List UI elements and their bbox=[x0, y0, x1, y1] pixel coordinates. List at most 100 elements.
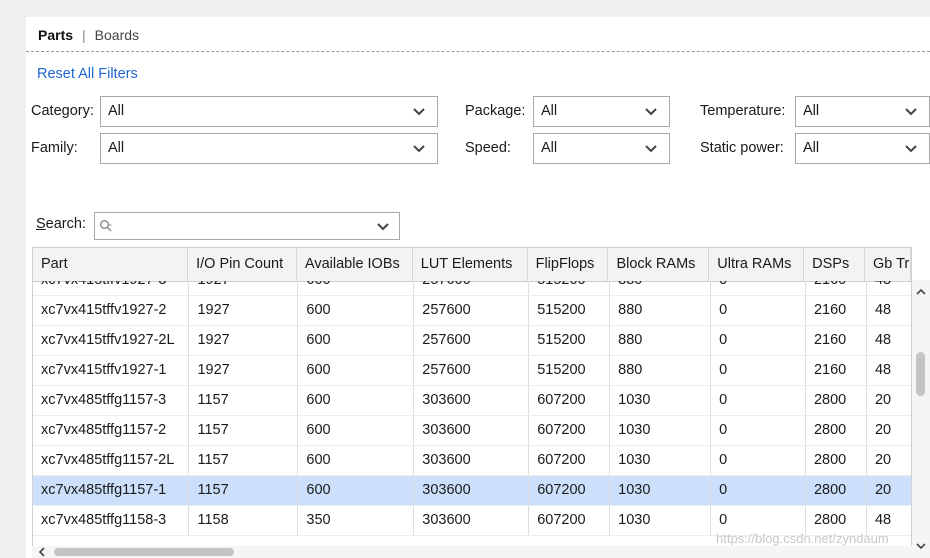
search-label: Search: bbox=[36, 216, 86, 232]
table-cell: 20 bbox=[866, 415, 911, 446]
table-cell: 20 bbox=[866, 475, 911, 506]
column-header[interactable]: Block RAMs bbox=[607, 248, 710, 282]
table-cell: 1157 bbox=[188, 445, 299, 476]
family-dropdown[interactable]: All bbox=[100, 133, 438, 164]
table-row[interactable]: xc7vx485tffg1157-2L 1157 600 303600 607200 10… bbox=[33, 445, 911, 476]
table-cell: 1927 bbox=[188, 281, 299, 296]
search-icon bbox=[100, 220, 112, 232]
table-cell: 1927 bbox=[188, 325, 299, 356]
table-cell: 303600 bbox=[413, 505, 530, 536]
table-cell: 1157 bbox=[188, 385, 299, 416]
chevron-left-icon[interactable] bbox=[36, 546, 48, 558]
static-power-value: All bbox=[803, 140, 820, 156]
table-row[interactable]: xc7vx415tffv1927-2 1927 600 257600 515200 880… bbox=[33, 295, 911, 326]
table-cell: 600 bbox=[297, 325, 415, 356]
table-cell: 600 bbox=[297, 445, 415, 476]
table-cell: xc7vx485tffg1157-2L bbox=[33, 445, 190, 476]
table-cell: 0 bbox=[710, 281, 806, 296]
search-input[interactable] bbox=[94, 212, 400, 240]
horizontal-scrollbar[interactable] bbox=[32, 546, 912, 558]
family-value: All bbox=[108, 140, 125, 156]
table-row[interactable]: xc7vx485tffg1157-3 1157 600 303600 607200 103… bbox=[33, 385, 911, 416]
table-cell: 515200 bbox=[528, 355, 611, 386]
table-cell: 2800 bbox=[805, 475, 867, 506]
column-header[interactable]: Gb Tr bbox=[864, 248, 911, 282]
chevron-up-icon[interactable] bbox=[915, 286, 927, 298]
table-cell: 0 bbox=[710, 325, 806, 356]
table-cell: 1157 bbox=[188, 415, 299, 446]
table-cell: xc7vx485tffg1157-3 bbox=[33, 385, 190, 416]
package-dropdown[interactable]: All bbox=[533, 96, 670, 127]
column-header[interactable]: Available IOBs bbox=[296, 248, 413, 282]
table-cell: 600 bbox=[297, 355, 415, 386]
chevron-down-icon bbox=[413, 145, 425, 153]
chevron-down-icon[interactable] bbox=[375, 219, 391, 235]
table-cell: 257600 bbox=[413, 281, 530, 296]
table-row[interactable]: xc7vx485tffg1157-2 1157 600 303600 607200 103… bbox=[33, 415, 911, 446]
chevron-down-icon bbox=[645, 145, 657, 153]
column-header[interactable]: LUT Elements bbox=[412, 248, 528, 282]
table-cell: 0 bbox=[710, 475, 806, 506]
table-cell: 880 bbox=[609, 281, 712, 296]
table-cell: xc7vx485tffg1158-3 bbox=[33, 505, 190, 536]
table-cell: xc7vx415tffv1927-3 bbox=[33, 281, 190, 296]
table-cell: 48 bbox=[866, 325, 911, 356]
column-header[interactable]: I/O Pin Count bbox=[187, 248, 297, 282]
static-power-dropdown[interactable]: All bbox=[795, 133, 930, 164]
table-row[interactable]: xc7vx415tffv1927-1 1927 600 257600 515200 880… bbox=[33, 355, 911, 386]
table-cell: 600 bbox=[297, 295, 415, 326]
table-cell: 880 bbox=[609, 295, 712, 326]
tab-parts[interactable]: Parts bbox=[38, 27, 73, 43]
table-cell: 1030 bbox=[609, 415, 712, 446]
vertical-scrollbar[interactable] bbox=[912, 280, 930, 558]
tab-separator: | bbox=[82, 27, 86, 43]
category-label: Category: bbox=[31, 103, 94, 119]
table-cell: 0 bbox=[710, 385, 806, 416]
tab-boards[interactable]: Boards bbox=[95, 27, 139, 43]
column-header[interactable]: FlipFlops bbox=[527, 248, 609, 282]
table-row[interactable]: xc7vx415tffv1927-2L 1927 600 257600 515200 88… bbox=[33, 325, 911, 356]
table-row[interactable]: xc7vx415tffv1927-31927600257600515200880… bbox=[33, 281, 911, 296]
table-cell: 607200 bbox=[528, 475, 611, 506]
tab-bar: Parts | Boards bbox=[38, 25, 139, 45]
temperature-value: All bbox=[803, 103, 820, 119]
table-row[interactable]: xc7vx485tffg1157-1 1157 600 303600 607200 103… bbox=[33, 475, 911, 506]
table-cell: 607200 bbox=[528, 445, 611, 476]
table-cell: 1030 bbox=[609, 475, 712, 506]
table-cell: 2800 bbox=[805, 445, 867, 476]
horizontal-scroll-thumb[interactable] bbox=[54, 548, 234, 556]
table-cell: xc7vx415tffv1927-2 bbox=[33, 295, 190, 326]
speed-label: Speed: bbox=[465, 140, 511, 156]
table-cell: 2160 bbox=[805, 325, 867, 356]
table-cell: 1030 bbox=[609, 385, 712, 416]
reset-all-filters-link[interactable]: Reset All Filters bbox=[37, 66, 138, 82]
table-cell: 607200 bbox=[528, 385, 611, 416]
table-cell: 607200 bbox=[528, 505, 611, 536]
table-cell: 48 bbox=[866, 281, 911, 296]
table-cell: 0 bbox=[710, 415, 806, 446]
temperature-label: Temperature: bbox=[700, 103, 786, 119]
table-cell: 1030 bbox=[609, 505, 712, 536]
table-body: xc7vx415tffv1927-31927600257600515200880… bbox=[33, 281, 911, 557]
table-cell: 350 bbox=[297, 505, 415, 536]
vertical-scroll-thumb[interactable] bbox=[916, 352, 925, 396]
table-cell: 515200 bbox=[528, 295, 611, 326]
table-cell: xc7vx415tffv1927-1 bbox=[33, 355, 190, 386]
table-cell: 2800 bbox=[805, 415, 867, 446]
column-header[interactable]: Part bbox=[33, 248, 189, 282]
table-cell: 257600 bbox=[413, 355, 530, 386]
speed-dropdown[interactable]: All bbox=[533, 133, 670, 164]
chevron-down-icon bbox=[413, 108, 425, 116]
table-cell: 1927 bbox=[188, 355, 299, 386]
column-header[interactable]: Ultra RAMs bbox=[708, 248, 805, 282]
parts-panel: Parts | Boards Reset All Filters Categor… bbox=[26, 17, 930, 558]
static-power-label: Static power: bbox=[700, 140, 784, 156]
table-cell: 48 bbox=[866, 295, 911, 326]
column-header[interactable]: DSPs bbox=[803, 248, 865, 282]
table-cell: 303600 bbox=[413, 415, 530, 446]
table-cell: 1927 bbox=[188, 295, 299, 326]
category-dropdown[interactable]: All bbox=[100, 96, 438, 127]
chevron-down-icon[interactable] bbox=[915, 540, 927, 552]
table-cell: 2160 bbox=[805, 355, 867, 386]
temperature-dropdown[interactable]: All bbox=[795, 96, 930, 127]
